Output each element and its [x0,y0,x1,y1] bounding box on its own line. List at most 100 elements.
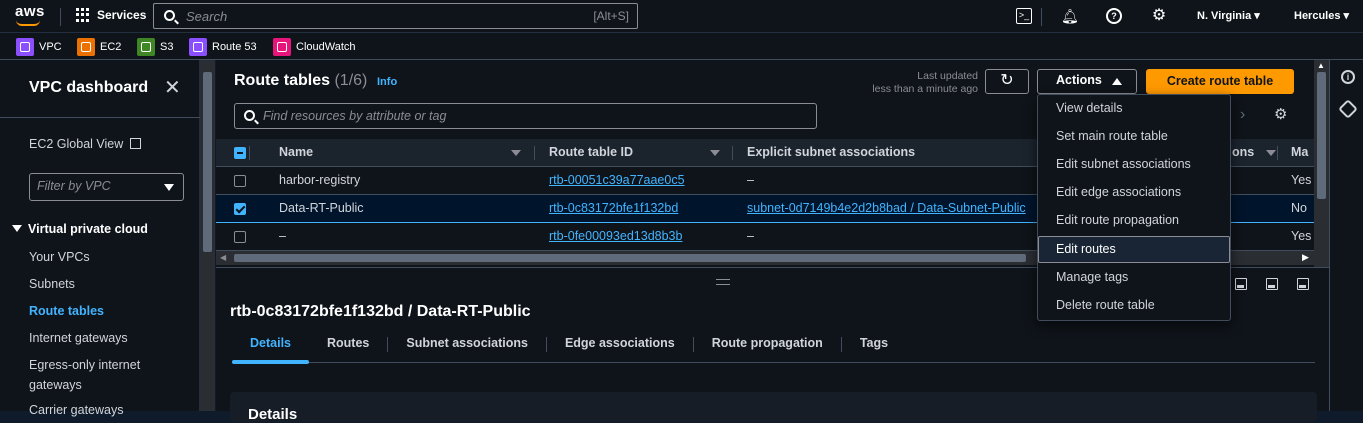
split-panel-maximize-icon[interactable] [1297,278,1309,290]
find-resources-search[interactable] [234,103,817,129]
route-table-id-link[interactable]: rtb-00051c39a77aae0c5 [549,173,685,187]
tab-tags[interactable]: Tags [842,328,906,363]
content-vertical-scrollbar[interactable]: ▲ [1314,60,1329,267]
resize-handle-icon[interactable] [716,279,730,285]
row-checkbox[interactable] [234,230,246,243]
menu-item-edit-subnet-associations[interactable]: Edit subnet associations [1038,151,1230,178]
column-route-table-id[interactable]: Route table ID [534,139,732,167]
section-label: Virtual private cloud [28,222,148,236]
next-page-icon[interactable]: › [1240,106,1245,124]
row-checkbox-checked[interactable] [234,202,246,215]
filter-by-vpc-select[interactable] [29,173,184,201]
sidebar-item-egress-only-internet-gateways-line2[interactable]: gateways [29,378,82,392]
column-label: Ma [1291,145,1309,160]
split-panel-side-icon[interactable] [1266,278,1278,290]
region-selector[interactable]: N. Virginia ▾ [1197,9,1260,22]
sidebar-scrollbar[interactable] [200,60,215,411]
sidebar-item-carrier-gateways[interactable]: Carrier gateways [29,403,123,417]
favorite-ec2[interactable]: EC2 [77,38,121,56]
scroll-right-icon[interactable]: ▶ [1302,252,1309,263]
account-menu[interactable]: Hercules ▾ [1294,9,1349,22]
table-preferences-gear-icon[interactable]: ⚙ [1274,107,1290,123]
search-shortcut-hint: [Alt+S] [593,9,629,23]
scroll-up-icon[interactable]: ▲ [1317,61,1325,70]
sidebar-item-your-vpcs[interactable]: Your VPCs [29,250,90,264]
filter-by-vpc-input[interactable] [37,179,157,193]
ec2-global-view-link[interactable]: EC2 Global View [29,137,141,151]
caret-down-icon [12,225,22,232]
column-name[interactable]: Name [249,139,534,167]
sort-icon[interactable] [1266,150,1276,156]
notifications-bell-icon[interactable]: 🔔︎ [1061,8,1079,24]
close-icon[interactable]: ✕ [164,78,181,98]
column-label: Name [279,145,314,160]
create-route-table-button[interactable]: Create route table [1146,69,1294,94]
global-search-input[interactable] [186,7,566,25]
row-select-cell[interactable] [216,222,264,251]
menu-item-delete-route-table[interactable]: Delete route table [1038,292,1230,319]
find-resources-input[interactable] [263,108,763,124]
route-table-id-link[interactable]: rtb-0c83172bfe1f132bd [549,201,678,215]
top-navigation-bar: aws Services [Alt+S] >_ 🔔︎ ? ⚙ N. Virgin… [0,0,1363,33]
external-link-icon [129,138,141,149]
menu-item-edit-edge-associations[interactable]: Edit edge associations [1038,179,1230,206]
select-all-checkbox[interactable] [234,146,246,159]
last-updated-value: less than a minute ago [872,83,978,95]
refresh-button[interactable]: ↻ [985,69,1029,94]
scrollbar-thumb[interactable] [203,72,212,252]
row-checkbox[interactable] [234,174,246,187]
search-icon [244,110,255,121]
row-select-cell[interactable] [216,193,264,223]
help-icon[interactable]: ? [1106,8,1122,24]
favorite-s3[interactable]: S3 [137,38,173,56]
sort-icon[interactable] [511,150,521,156]
tab-routes[interactable]: Routes [309,328,387,363]
tab-subnet-associations[interactable]: Subnet associations [388,328,546,363]
settings-gear-icon[interactable]: ⚙ [1151,8,1167,24]
global-search[interactable]: [Alt+S] [153,3,638,29]
scrollbar-thumb[interactable] [234,254,1026,262]
sidebar-item-subnets[interactable]: Subnets [29,277,75,291]
column-label: Explicit subnet associations [747,145,916,160]
sidebar-title[interactable]: VPC dashboard [29,79,148,97]
split-panel-bottom-icon[interactable] [1235,278,1247,290]
select-all-header[interactable] [216,139,264,167]
tab-edge-associations[interactable]: Edge associations [547,328,693,363]
sort-icon[interactable] [710,150,720,156]
explicit-subnet-association-link[interactable]: subnet-0d7149b4e2d2b8bad / Data-Subnet-P… [747,201,1026,215]
hexagon-tools-icon[interactable] [1338,99,1358,119]
detail-tabs: Details Routes Subnet associations Edge … [232,328,1315,364]
menu-item-manage-tags[interactable]: Manage tags [1038,264,1230,291]
cloudshell-icon[interactable]: >_ [1016,8,1032,24]
route-table-id-link[interactable]: rtb-0fe00093ed13d8b3b [549,229,682,243]
menu-item-set-main-route-table[interactable]: Set main route table [1038,123,1230,150]
menu-item-view-details[interactable]: View details [1038,95,1230,122]
scrollbar-thumb[interactable] [1317,72,1326,199]
sidebar-section-virtual-private-cloud[interactable]: Virtual private cloud [12,222,148,236]
tab-details[interactable]: Details [232,328,309,364]
favorite-cloudwatch[interactable]: CloudWatch [273,38,356,56]
tab-route-propagation[interactable]: Route propagation [694,328,841,363]
row-select-cell[interactable] [216,166,264,195]
column-explicit-subnet-associations[interactable]: Explicit subnet associations [732,139,1052,167]
favorite-route53[interactable]: Route 53 [189,38,257,56]
actions-button[interactable]: Actions [1037,69,1137,94]
sidebar-item-egress-only-internet-gateways[interactable]: Egress-only internet [29,358,140,372]
sidebar-item-route-tables[interactable]: Route tables [29,304,104,318]
scroll-left-icon[interactable]: ◀ [220,253,226,262]
aws-logo[interactable]: aws [15,3,45,26]
favorite-vpc[interactable]: VPC [16,38,62,56]
info-panel-icon[interactable]: i [1341,70,1355,84]
cloudwatch-service-icon [273,38,291,56]
menu-item-edit-route-propagation[interactable]: Edit route propagation [1038,207,1230,234]
explicit-subnet-associations: – [747,173,754,187]
detail-panel-title: rtb-0c83172bfe1f132bd / Data-RT-Public [230,303,531,320]
services-menu-button[interactable]: Services [76,8,146,22]
search-icon [164,10,175,21]
info-link[interactable]: Info [377,76,397,88]
sidebar-item-internet-gateways[interactable]: Internet gateways [29,331,128,345]
topbar-divider [1041,8,1042,26]
menu-item-edit-routes[interactable]: Edit routes [1038,236,1230,263]
topbar-divider [60,8,61,26]
caret-down-icon [164,184,174,191]
